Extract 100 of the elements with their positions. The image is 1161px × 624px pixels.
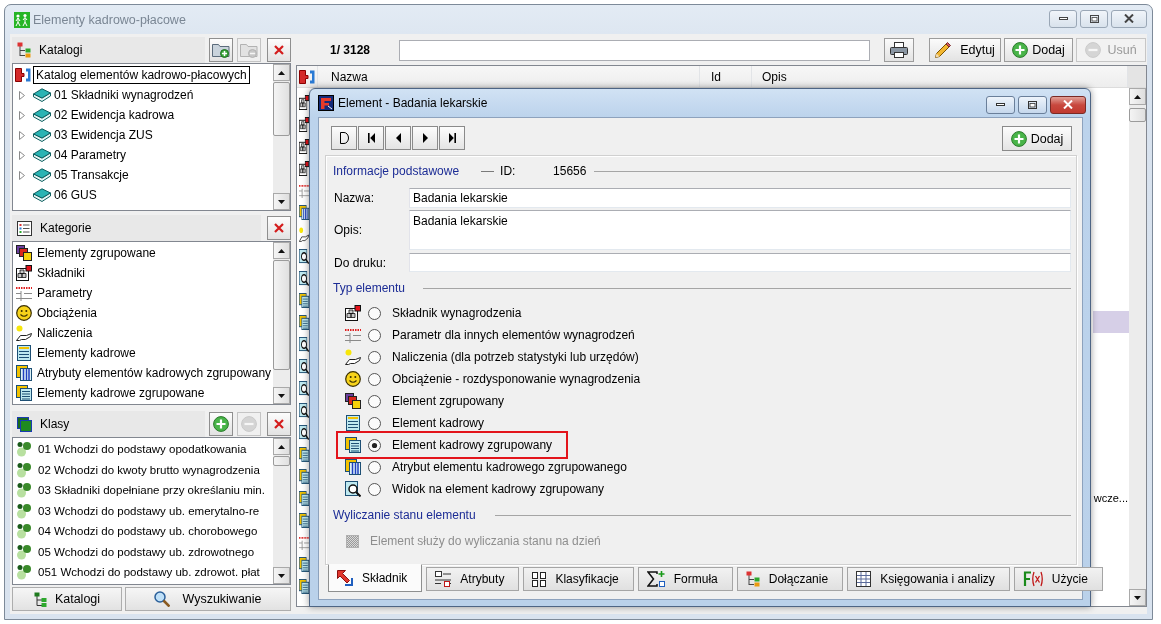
tree-item[interactable]: 04 Parametry [51,146,130,164]
column-header[interactable]: Nazwa [318,66,700,87]
list-item[interactable]: 03 Wchodzi do podstawy ub. emerytalno-re [13,500,273,521]
radio-button[interactable] [368,416,381,430]
scroll-up-button[interactable] [1129,88,1146,105]
table-cell[interactable] [1093,311,1129,333]
tab[interactable]: Dołączanie [736,567,844,591]
close-button[interactable] [267,38,291,62]
text-area[interactable]: Badania lekarskie [409,210,1071,250]
caret-right-icon[interactable] [19,150,25,160]
edit-button[interactable]: Edytuj [929,38,1001,62]
catalogs-button[interactable]: Katalogi [12,587,122,611]
list-item[interactable]: 02 Wchodzi do kwoty brutto wynagrodzenia [13,459,273,480]
add-button[interactable] [209,412,233,436]
close-button[interactable] [267,216,291,240]
tab[interactable]: Formuła [637,567,733,591]
caret-right-icon[interactable] [19,90,25,100]
caret-right-icon[interactable] [19,170,25,180]
scrollbar[interactable] [273,242,290,404]
scrollbar[interactable] [273,438,290,584]
text-field[interactable] [409,253,1071,272]
next-record-button[interactable] [412,126,438,150]
radio-button[interactable] [368,482,381,496]
close-button[interactable] [1050,95,1086,114]
list-item[interactable]: Elementy kadrowe [13,343,273,363]
tab[interactable]: Użycie [1013,567,1103,591]
scrollbar-thumb[interactable] [273,260,290,370]
radio-button[interactable] [368,460,381,474]
maximize-button[interactable] [1080,9,1108,28]
close-button[interactable] [1111,9,1147,28]
new-record-button[interactable] [331,126,357,150]
scrollbar[interactable] [273,64,290,210]
scroll-up-button[interactable] [273,438,290,455]
scrollbar-thumb[interactable] [1129,108,1146,122]
table-cell[interactable]: wcze... [1093,487,1129,509]
scrollbar[interactable] [1129,88,1146,606]
first-record-button[interactable] [358,126,384,150]
tab[interactable]: Atrybuty [426,567,520,591]
close-button[interactable] [267,412,291,436]
minimize-button[interactable] [1049,9,1077,28]
radio-button[interactable] [368,328,381,342]
option-label[interactable]: Składnik wynagrodzenia [392,306,522,320]
list-item[interactable]: Atrybuty elementów kadrowych zgrupowany [13,363,273,383]
radio-button[interactable] [368,438,381,452]
tab[interactable]: Klasyfikacje [523,567,634,591]
scroll-down-button[interactable] [273,387,290,404]
tree-item[interactable]: Katalog elementów kadrowo-płacowych [33,66,250,84]
option-label[interactable]: Widok na element kadrowy zgrupowany [392,482,605,496]
search-field[interactable] [399,39,870,61]
scrollbar-thumb[interactable] [273,456,290,466]
radio-button[interactable] [368,394,381,408]
tab[interactable]: Księgowania i analizy [847,567,1010,591]
list-item[interactable]: 03 Składniki dopełniane przy określaniu min. [13,480,273,501]
caret-up-icon [1134,94,1141,99]
tree-item[interactable]: 02 Ewidencja kadrowa [51,106,178,124]
scrollbar-thumb[interactable] [273,82,290,136]
tree-item[interactable]: 06 GUS [51,186,100,204]
list-item[interactable]: Składniki [13,263,273,283]
option-label[interactable]: Element kadrowy [392,416,485,430]
tree-item[interactable]: 05 Transakcje [51,166,132,184]
option-label[interactable]: Parametr dla innych elementów wynagrodzeń [392,328,635,342]
option-label[interactable]: Element zgrupowany [392,394,505,408]
scroll-up-button[interactable] [273,242,290,259]
dots-icon [16,441,32,458]
add-button[interactable]: Dodaj [1002,126,1072,151]
add-button[interactable] [209,38,233,62]
scroll-down-button[interactable] [1129,589,1146,606]
list-item[interactable]: Naliczenia [13,323,273,343]
list-item[interactable]: 05 Wchodzi do podstawy ub. zdrowotnego [13,541,273,562]
option-label[interactable]: Obciążenie - rozdysponowanie wynagrodzenia [392,372,641,386]
tree-item[interactable]: 03 Ewidencja ZUS [51,126,156,144]
list-item[interactable]: Elementy kadrowe zgrupowane [13,383,273,403]
radio-button[interactable] [368,350,381,364]
list-item[interactable]: Obciążenia [13,303,273,323]
option-label[interactable]: Naliczenia (dla potrzeb statystyki lub urzędów) [392,350,639,364]
list-item[interactable]: 051 Wchodzi do podstawy ub. zdrowot. płat [13,562,273,583]
last-record-button[interactable] [439,126,465,150]
tab[interactable]: Składnik [328,564,423,592]
print-button[interactable] [884,38,914,62]
list-item[interactable]: Elementy zgrupowane [13,243,273,263]
text-field[interactable]: Badania lekarskie [409,188,1071,208]
caret-right-icon[interactable] [19,130,25,140]
list-item[interactable]: Parametry [13,283,273,303]
add-button[interactable]: Dodaj [1004,38,1073,62]
tree-item[interactable]: 01 Składniki wynagrodzeń [51,86,197,104]
maximize-button[interactable] [1018,95,1047,114]
previous-record-button[interactable] [385,126,411,150]
list-item[interactable]: 01 Wchodzi do podstawy opodatkowania [13,439,273,460]
option-label[interactable]: Element kadrowy zgrupowany [392,438,553,452]
search-button[interactable]: Wyszukiwanie [125,587,291,611]
radio-button[interactable] [368,372,381,386]
scroll-down-button[interactable] [273,567,290,584]
minimize-button[interactable] [986,95,1015,114]
column-header[interactable]: Id [700,66,752,87]
caret-right-icon[interactable] [19,110,25,120]
option-label[interactable]: Atrybut elementu kadrowego zgrupowanego [392,460,627,474]
scroll-up-button[interactable] [273,64,290,81]
radio-button[interactable] [368,306,381,320]
list-item[interactable]: 04 Wchodzi do podstawy ub. chorobowego [13,521,273,542]
scroll-down-button[interactable] [273,193,290,210]
